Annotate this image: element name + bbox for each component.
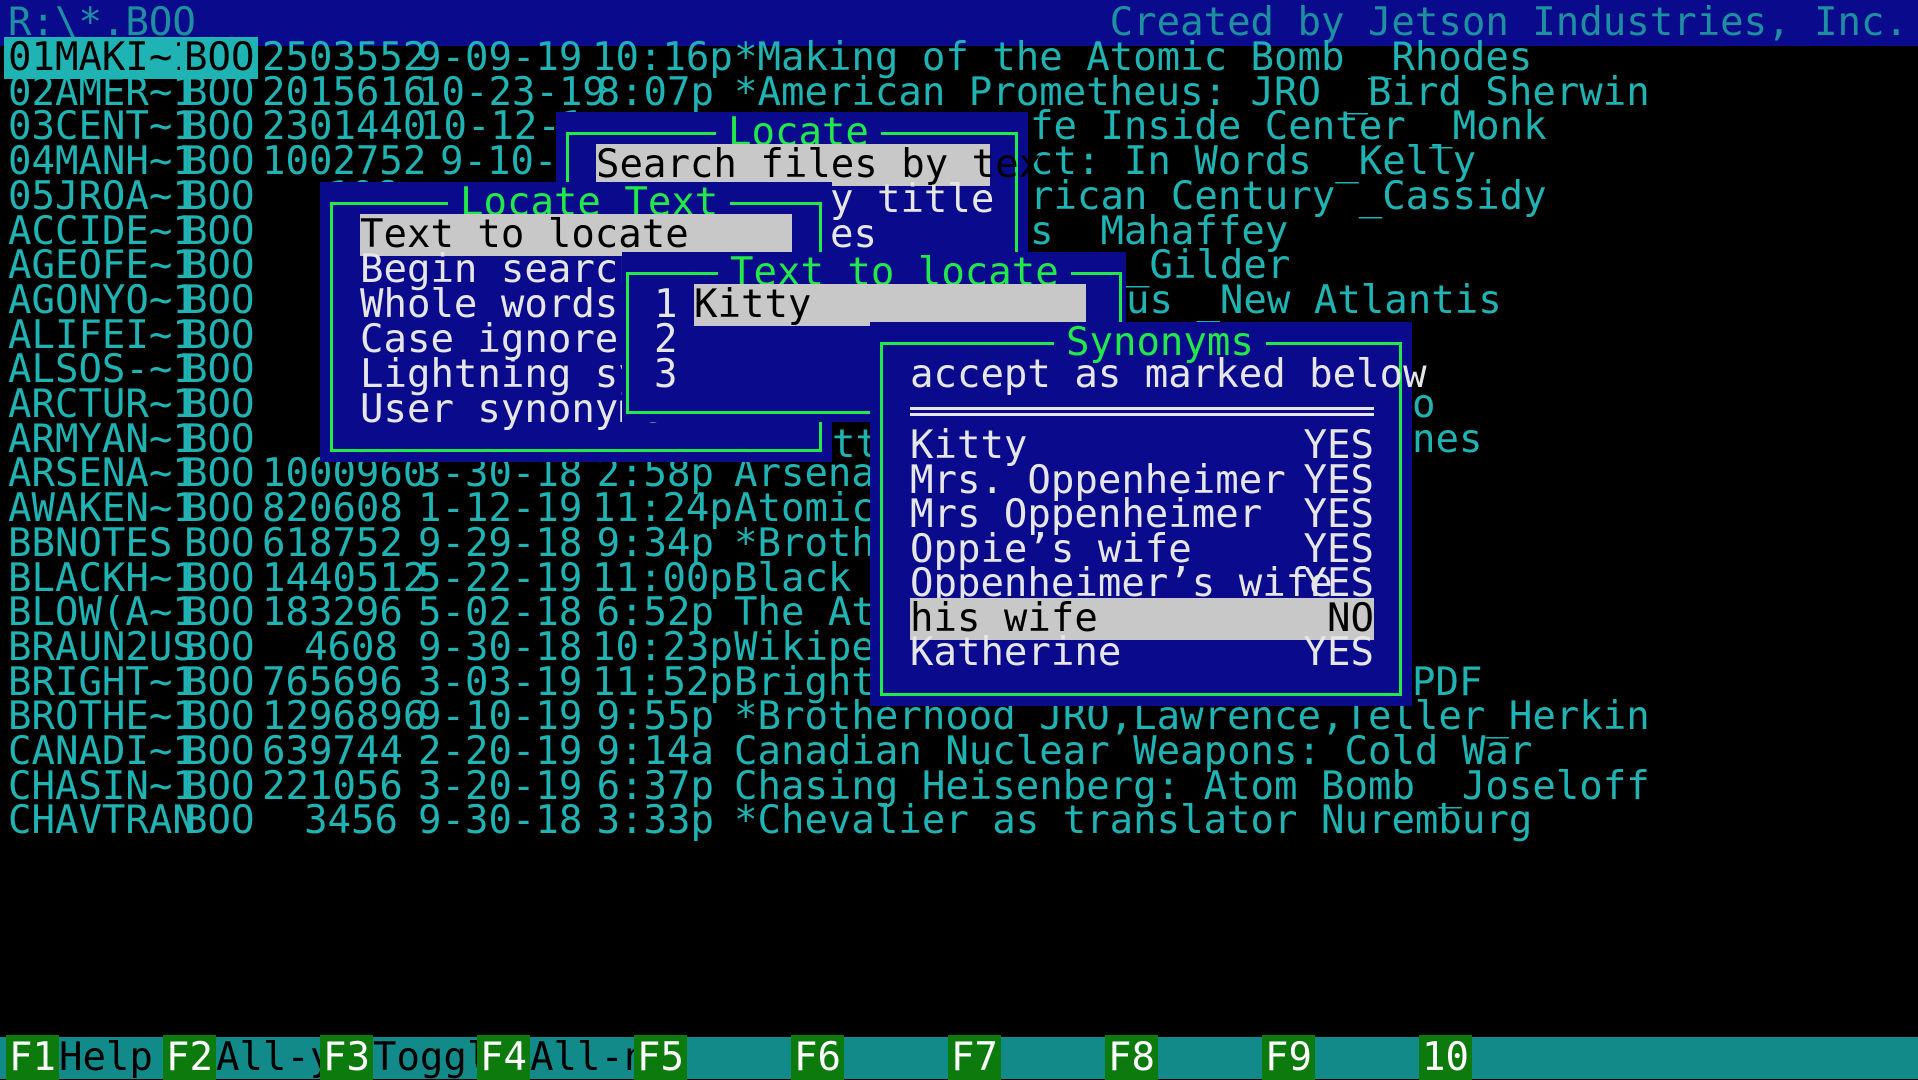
fkey-number: F1	[6, 1035, 59, 1080]
fkey-f9[interactable]: F9	[1262, 1035, 1315, 1080]
fkey-number: F5	[634, 1035, 687, 1080]
file-time: 3:33p	[596, 798, 714, 843]
fkey-label: All-n	[529, 1035, 648, 1080]
synonym-item[interactable]: Katherine YES	[910, 632, 1374, 674]
fkey-f4[interactable]: F4All-n	[477, 1035, 648, 1080]
fkey-f5[interactable]: F5	[634, 1035, 687, 1080]
fkey-number: 10	[1419, 1035, 1472, 1080]
fkey-number: F9	[1262, 1035, 1315, 1080]
synonyms-divider	[910, 407, 1374, 416]
fkey-number: F8	[1105, 1035, 1158, 1080]
synonym-term: Katherine	[910, 630, 1122, 675]
file-size: 3456	[304, 798, 398, 843]
fkey-f6[interactable]: F6	[791, 1035, 844, 1080]
fkey-number: F3	[320, 1035, 373, 1080]
synonym-flag[interactable]: YES	[1304, 632, 1374, 674]
fkey-10[interactable]: 10	[1419, 1035, 1472, 1080]
fkey-number: F6	[791, 1035, 844, 1080]
fkey-label: Help	[58, 1035, 153, 1080]
file-row[interactable]: CHAVTRAN BOO 3456 9-30-18 3:33p *Chevalier as…	[0, 800, 1918, 842]
function-key-bar: F1Help F2All-y F3Toggle F4All-n F5 F6 F7 F8 F9 10	[0, 1035, 1918, 1080]
fkey-f1[interactable]: F1Help	[6, 1035, 153, 1080]
line-number-3: 3	[654, 352, 678, 397]
fkey-number: F7	[948, 1035, 1001, 1080]
file-name[interactable]: CHAVTRAN	[4, 800, 200, 842]
file-date: 9-30-18	[418, 798, 583, 843]
fkey-f2[interactable]: F2All-y	[163, 1035, 334, 1080]
fkey-label: All-y	[215, 1035, 334, 1080]
fkey-number: F4	[477, 1035, 530, 1080]
synonyms-window: Synonyms accept as marked below Kitty YES…	[870, 322, 1427, 706]
fkey-number: F2	[163, 1035, 216, 1080]
file-ext: BOO	[184, 798, 255, 843]
synonyms-header: accept as marked below	[910, 352, 1427, 397]
fkey-f8[interactable]: F8	[1105, 1035, 1158, 1080]
menu-user-synonyms[interactable]: User synonyms	[360, 389, 665, 431]
fkey-f7[interactable]: F7	[948, 1035, 1001, 1080]
file-description: *Chevalier as translator Nuremburg	[734, 798, 1533, 843]
